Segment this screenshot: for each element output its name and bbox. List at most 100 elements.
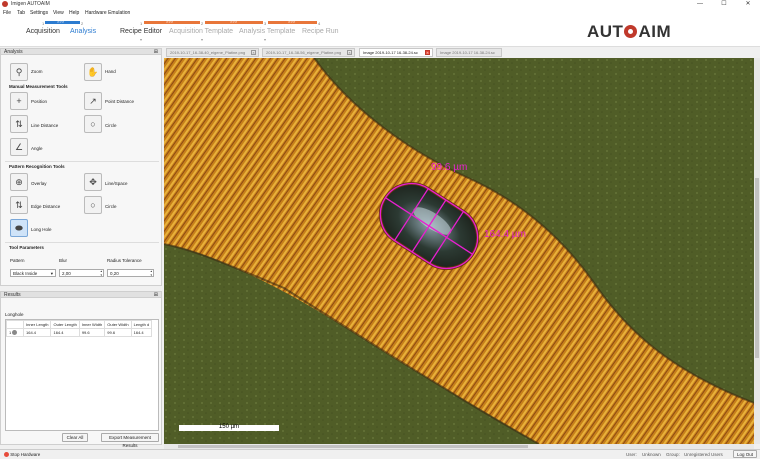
column-header[interactable]: Length d bbox=[130, 320, 153, 329]
dropdown-icon[interactable]: ▾ bbox=[264, 37, 266, 42]
column-header[interactable]: Outer Width bbox=[104, 320, 132, 329]
menu-tab[interactable]: Tab bbox=[17, 10, 25, 16]
close-tab-icon[interactable]: × bbox=[251, 50, 256, 55]
angle-icon: ∠ bbox=[14, 142, 24, 152]
close-tab-icon[interactable]: × bbox=[425, 50, 430, 55]
scrollbar-thumb[interactable] bbox=[755, 178, 759, 358]
line-distance-label: Line Distance bbox=[31, 123, 59, 128]
menu-file[interactable]: File bbox=[3, 10, 11, 16]
status-bar: Stop Hardware User: Unknown Group: Unreg… bbox=[0, 449, 760, 459]
maximize-button[interactable]: ☐ bbox=[712, 0, 736, 9]
circle-label: Circle bbox=[105, 123, 117, 128]
clear-all-button[interactable]: Clear All bbox=[62, 433, 88, 442]
dropdown-icon[interactable]: ▾ bbox=[201, 37, 203, 42]
hand-label: Hand bbox=[105, 69, 116, 74]
menu-view[interactable]: View bbox=[53, 10, 64, 16]
progress-arrows: > > > bbox=[166, 19, 173, 24]
radius-tolerance-spinbox[interactable]: 0,20 ▴ ▾ bbox=[107, 269, 154, 277]
point-distance-label: Point Distance bbox=[105, 99, 135, 104]
pattern-label: Pattern bbox=[10, 258, 25, 263]
group-value: Unregistered Users bbox=[684, 452, 723, 457]
analysis-panel: ⚲ Zoom ✋ Hand Manual Measurement Tools +… bbox=[0, 55, 162, 286]
close-tab-icon[interactable]: × bbox=[347, 50, 352, 55]
result-group-label: Longhole bbox=[5, 312, 24, 317]
window-title: Imigen AUTOAIM bbox=[11, 1, 50, 7]
line-space-label: Line/Space bbox=[105, 181, 128, 186]
zoom-label: Zoom bbox=[31, 69, 43, 74]
long-hole-label: Long Hole bbox=[31, 227, 52, 232]
close-button[interactable]: ✕ bbox=[736, 0, 760, 9]
stop-icon bbox=[4, 452, 9, 458]
tool-parameters-title: Tool Parameters bbox=[9, 245, 44, 250]
user-value: Unknown bbox=[642, 452, 661, 457]
image-viewport[interactable]: 99.6 µm 164.4 µm 150 µm bbox=[164, 58, 754, 444]
step-number: 2 bbox=[201, 21, 204, 26]
position-tool-button[interactable]: + bbox=[10, 92, 28, 110]
position-label: Position bbox=[31, 99, 48, 104]
pattern-tools-title: Pattern Recognition Tools bbox=[9, 164, 65, 169]
step-acquisition-template[interactable]: Acquisition Template bbox=[169, 28, 233, 35]
overlay-tool-button[interactable]: ⊕ bbox=[10, 173, 28, 191]
step-recipe-run[interactable]: Recipe Run bbox=[302, 28, 339, 35]
results-panel: Longhole Inner Length Outer Length Inner… bbox=[0, 298, 162, 448]
analysis-panel-header: Analysis ⊞ bbox=[0, 48, 162, 55]
minimize-button[interactable]: — bbox=[688, 0, 712, 9]
record-icon bbox=[12, 330, 18, 336]
column-header[interactable]: Inner Width bbox=[78, 320, 106, 329]
progress-arrows: > > > bbox=[288, 19, 295, 24]
image-tab[interactable]: 2019-10-17_16-38-40_eigene_Platine.png × bbox=[166, 48, 259, 57]
stop-hardware-button[interactable]: Stop Hardware bbox=[2, 451, 42, 458]
zoom-tool-button[interactable]: ⚲ bbox=[10, 63, 28, 81]
table-row[interactable]: 1 164.4 164.4 99.6 99.6 164.4 bbox=[6, 327, 153, 338]
menu-bar: File Tab Settings View Help Hardware Emu… bbox=[0, 9, 760, 17]
column-header[interactable]: Outer Length bbox=[50, 320, 80, 329]
step-acquisition[interactable]: Acquisition bbox=[26, 28, 60, 35]
autoaim-logo: AUT AIM bbox=[587, 22, 672, 41]
circle-tool-button[interactable]: ○ bbox=[84, 115, 102, 133]
circle-pattern-tool-button[interactable]: ○ bbox=[84, 196, 102, 214]
menu-hardware-emulation[interactable]: Hardware Emulation bbox=[85, 10, 130, 16]
menu-settings[interactable]: Settings bbox=[30, 10, 48, 16]
logo-circle-icon bbox=[624, 25, 638, 39]
step-analysis[interactable]: Analysis bbox=[70, 28, 96, 35]
dropdown-icon[interactable]: ▾ bbox=[140, 37, 142, 42]
table-cell: 164.4 bbox=[50, 327, 80, 338]
radius-tolerance-label: Radius Tolerance bbox=[107, 258, 142, 263]
edge-distance-tool-button[interactable]: ⇅ bbox=[10, 196, 28, 214]
blur-spinbox[interactable]: 2,00 ▴ ▾ bbox=[59, 269, 104, 277]
pattern-select[interactable]: Black Inside ▾ bbox=[10, 269, 56, 277]
circle-pattern-label: Circle bbox=[105, 204, 117, 209]
line-distance-tool-button[interactable]: ⇅ bbox=[10, 115, 28, 133]
step-analysis-template[interactable]: Analysis Template bbox=[239, 28, 295, 35]
step-recipe-editor[interactable]: Recipe Editor bbox=[120, 28, 162, 35]
blur-label: Blur bbox=[59, 258, 68, 263]
edge-distance-icon: ⇅ bbox=[15, 200, 23, 210]
spinner-icon: ▴ ▾ bbox=[150, 269, 152, 277]
image-tab[interactable]: 2019-10-17_16-38-56_eigene_Platine.png × bbox=[262, 48, 355, 57]
line-space-tool-button[interactable]: ✥ bbox=[84, 173, 102, 191]
results-panel-header: Results ⊞ bbox=[0, 291, 162, 298]
export-results-button[interactable]: Export Measurement Results bbox=[101, 433, 159, 448]
table-cell: 99.6 bbox=[104, 327, 132, 338]
scrollbar-thumb[interactable] bbox=[178, 445, 528, 448]
step-number: 2 bbox=[81, 21, 84, 26]
point-distance-tool-button[interactable]: ↗ bbox=[84, 92, 102, 110]
step-number: 4 bbox=[318, 21, 321, 26]
angle-tool-button[interactable]: ∠ bbox=[10, 138, 28, 156]
hand-tool-button[interactable]: ✋ bbox=[84, 63, 102, 81]
app-icon bbox=[2, 1, 8, 7]
chevron-down-icon: ▾ bbox=[50, 271, 53, 276]
vertical-scrollbar[interactable] bbox=[754, 58, 760, 444]
column-header[interactable]: Inner Length bbox=[22, 320, 52, 329]
angle-label: Angle bbox=[31, 146, 43, 151]
image-tab-active[interactable]: Image 2019-10-17 16-38-24.sc × bbox=[359, 48, 433, 57]
long-hole-tool-button[interactable]: ⬬ bbox=[10, 219, 28, 237]
divider bbox=[5, 242, 159, 243]
menu-help[interactable]: Help bbox=[69, 10, 79, 16]
logout-button[interactable]: Log Out bbox=[733, 450, 757, 458]
progress-arrows: > > > bbox=[230, 19, 237, 24]
image-tab[interactable]: Image 2019-10-17 16-38-24.sc bbox=[436, 48, 502, 57]
step-number: 1 bbox=[140, 21, 143, 26]
edge-distance-label: Edge Distance bbox=[31, 204, 61, 209]
circle-icon: ○ bbox=[90, 200, 96, 210]
